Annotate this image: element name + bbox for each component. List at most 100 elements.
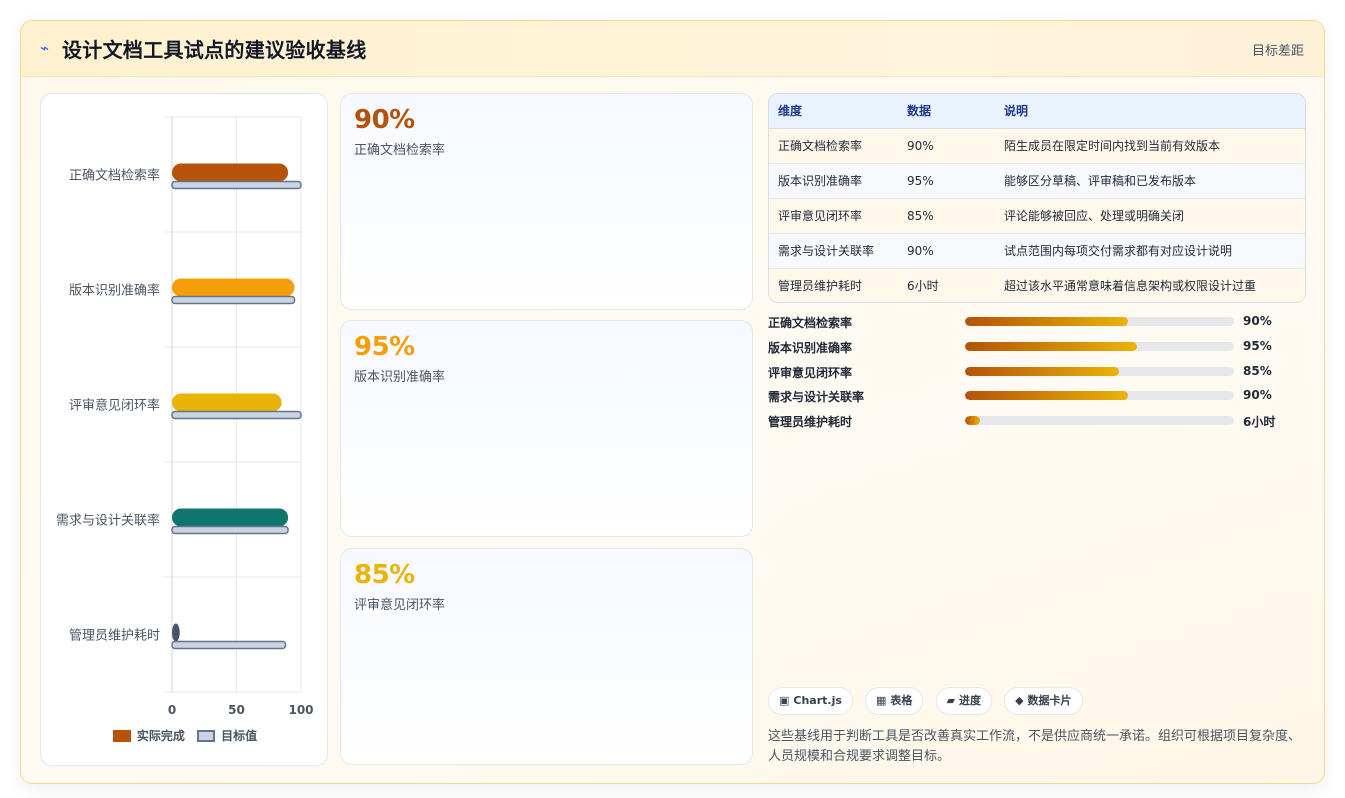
table-cell: 需求与设计关联率	[769, 233, 898, 269]
progress-list: 正确文档检索率 90% 版本识别准确率 95% 评审意见闭环率 85% 需求与设…	[768, 311, 1306, 435]
progress-fill	[965, 317, 1128, 326]
bar-actual	[172, 508, 289, 527]
table-cell: 试点范围内每项交付需求都有对应设计说明	[995, 233, 1305, 269]
x-tick-label: 0	[168, 703, 176, 717]
progress-label: 评审意见闭环率	[768, 365, 853, 380]
progress-label: 正确文档检索率	[768, 316, 853, 330]
progress-label: 版本识别准确率	[768, 340, 853, 355]
progress-value: 6小时	[1243, 415, 1276, 430]
table-cell: 6小时	[898, 268, 995, 302]
tag-label: 表格	[890, 694, 913, 707]
metrics-table: 维度 数据 说明 正确文档检索率 90% 陌生成员在限定时间内找到当前有效版本 …	[768, 93, 1306, 303]
progress-fill	[965, 416, 980, 426]
y-tick-label: 评审意见闭环率	[69, 398, 160, 414]
bar-target	[171, 640, 287, 650]
x-tick-label: 50	[228, 703, 245, 717]
progress-value: 90%	[1243, 314, 1272, 328]
progress-track	[965, 391, 1234, 401]
y-tick-label: 管理员维护耗时	[69, 629, 160, 644]
progress-fill	[965, 366, 1119, 376]
tag-chartjs[interactable]: ▣ Chart.js	[768, 687, 853, 715]
bar-target	[171, 525, 289, 535]
tag-table[interactable]: ▦ 表格	[865, 687, 924, 715]
table-cell: 版本识别准确率	[769, 163, 898, 199]
diamond-icon: ◆	[1015, 694, 1024, 707]
progress-fill	[965, 391, 1128, 401]
tag-progress[interactable]: ▰ 进度	[935, 687, 992, 715]
bar-target	[171, 180, 302, 190]
bar-target	[171, 295, 296, 305]
kpi-card-review: 85% 评审意见闭环率	[340, 548, 753, 765]
progress-value: 90%	[1243, 388, 1272, 403]
kpi-card-version: 95% 版本识别准确率	[340, 320, 753, 537]
table-row: 评审意见闭环率 85% 评论能够被回应、处理或明确关闭	[769, 198, 1305, 234]
table-cell: 95%	[898, 163, 995, 199]
legend-item-target[interactable]: 目标值	[197, 726, 257, 746]
table-header-row: 维度 数据 说明	[769, 94, 1305, 129]
card-header: ⌁ 设计文档工具试点的建议验收基线 目标差距	[21, 21, 1324, 77]
kpi-label: 评审意见闭环率	[354, 598, 446, 613]
table-cell: 90%	[898, 128, 995, 164]
table-row: 正确文档检索率 90% 陌生成员在限定时间内找到当前有效版本	[769, 128, 1305, 164]
page-title: 设计文档工具试点的建议验收基线	[62, 38, 367, 62]
legend-label-actual: 实际完成	[136, 729, 185, 743]
bar-target	[171, 410, 302, 420]
main-card: ⌁ 设计文档工具试点的建议验收基线 目标差距 正确文档检索率 版本识别准确率 评审意…	[20, 20, 1325, 784]
progress-track	[965, 341, 1234, 351]
table-cell: 陌生成员在限定时间内找到当前有效版本	[995, 128, 1305, 164]
table-row: 需求与设计关联率 90% 试点范围内每项交付需求都有对应设计说明	[769, 233, 1305, 269]
table-header-dimension[interactable]: 维度	[769, 94, 898, 129]
kpi-value: 90%	[354, 105, 415, 135]
table-cell: 管理员维护耗时	[769, 268, 898, 302]
kpi-value: 85%	[354, 560, 415, 590]
bar-chart-panel: 正确文档检索率 版本识别准确率 评审意见闭环率 需求与设计关联率 管理员维护耗时 0 50 1…	[40, 93, 328, 766]
kpi-value: 95%	[354, 332, 415, 362]
footnote: 这些基线用于判断工具是否改善真实工作流，不是供应商统一承诺。组织可根据项目复杂度…	[768, 729, 1302, 764]
chart-legend: 实际完成 目标值	[41, 726, 329, 746]
target-gap-label[interactable]: 目标差距	[1252, 40, 1304, 59]
table-cell: 评审意见闭环率	[769, 198, 898, 234]
progress-row: 需求与设计关联率 90%	[768, 385, 1306, 410]
legend-label-target: 目标值	[221, 729, 258, 743]
y-tick-label: 版本识别准确率	[69, 283, 160, 299]
x-tick-label: 100	[288, 703, 313, 717]
bar-actual	[172, 163, 289, 182]
progress-row: 正确文档检索率 90%	[768, 311, 1306, 336]
table-cell: 85%	[898, 198, 995, 234]
tag-data-card[interactable]: ◆ 数据卡片	[1004, 687, 1083, 715]
y-tick-label: 需求与设计关联率	[56, 513, 160, 529]
bar-chart: 正确文档检索率版本识别准确率评审意见闭环率需求与设计关联率管理员维护耗时 0 50 1…	[56, 116, 314, 717]
table-header-description[interactable]: 说明	[995, 94, 1305, 129]
table-cell: 能够区分草稿、评审稿和已发布版本	[995, 163, 1305, 199]
kpi-label: 版本识别准确率	[354, 370, 446, 385]
tag-label: 数据卡片	[1027, 694, 1072, 707]
progress-row: 管理员维护耗时 6小时	[768, 410, 1306, 435]
legend-item-actual[interactable]: 实际完成	[112, 726, 185, 746]
tag-label: 进度	[958, 694, 981, 707]
progress-track	[965, 317, 1234, 326]
bar-actual	[172, 393, 282, 412]
progress-row: 评审意见闭环率 85%	[768, 361, 1306, 386]
progress-label: 管理员维护耗时	[768, 415, 853, 430]
kpi-card-retrieval: 90% 正确文档检索率	[340, 93, 753, 310]
progress-row: 版本识别准确率 95%	[768, 336, 1306, 361]
bolt-icon: ⌁	[40, 39, 50, 57]
progress-track	[965, 366, 1234, 376]
progress-label: 需求与设计关联率	[768, 390, 865, 405]
progress-value: 95%	[1243, 338, 1272, 353]
table-row: 版本识别准确率 95% 能够区分草稿、评审稿和已发布版本	[769, 163, 1305, 199]
bar-actual	[172, 623, 180, 642]
table-icon: ▦	[876, 694, 887, 707]
table-cell: 超过该水平通常意味着信息架构或权限设计过重	[995, 268, 1305, 302]
tag-label: Chart.js	[793, 694, 842, 707]
table-cell: 评论能够被回应、处理或明确关闭	[995, 198, 1305, 234]
progress-icon: ▰	[946, 694, 955, 707]
legend-swatch-target	[197, 730, 216, 742]
progress-track	[965, 416, 1234, 426]
kpi-label: 正确文档检索率	[354, 143, 446, 158]
table-cell: 90%	[898, 233, 995, 269]
table-header-data[interactable]: 数据	[898, 94, 995, 129]
bar-actual	[172, 278, 295, 297]
progress-fill	[965, 341, 1137, 351]
chart-icon: ▣	[779, 694, 790, 707]
